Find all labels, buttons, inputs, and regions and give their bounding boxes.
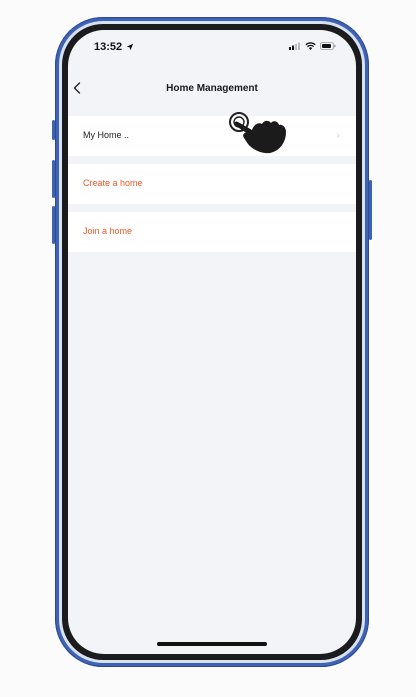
cellular-signal-icon bbox=[289, 42, 300, 50]
create-home-button[interactable]: Create a home bbox=[68, 164, 356, 204]
power-button bbox=[369, 180, 372, 240]
join-home-label: Join a home bbox=[83, 226, 133, 236]
list-item-my-home[interactable]: My Home .. › bbox=[68, 116, 356, 156]
navigation-bar: Home Management bbox=[68, 74, 356, 104]
phone-screen: 13:52 Home Management My Home .. › Creat… bbox=[68, 30, 356, 654]
home-indicator bbox=[157, 642, 267, 646]
wifi-icon bbox=[305, 42, 316, 50]
status-icons bbox=[289, 42, 336, 50]
my-home-label: My Home .. bbox=[83, 130, 130, 140]
join-home-button[interactable]: Join a home bbox=[68, 212, 356, 252]
status-bar: 13:52 bbox=[68, 30, 356, 70]
mute-switch bbox=[52, 120, 55, 140]
page-title: Home Management bbox=[166, 83, 258, 94]
phone-frame: 13:52 Home Management My Home .. › Creat… bbox=[55, 17, 369, 667]
volume-up-button bbox=[52, 160, 55, 198]
volume-down-button bbox=[52, 206, 55, 244]
phone-frame-rim: 13:52 Home Management My Home .. › Creat… bbox=[59, 21, 365, 663]
status-time: 13:52 bbox=[94, 41, 134, 53]
phone-bezel: 13:52 Home Management My Home .. › Creat… bbox=[62, 24, 362, 660]
create-home-label: Create a home bbox=[83, 178, 143, 188]
page: 13:52 Home Management My Home .. › Creat… bbox=[0, 0, 416, 697]
status-time-text: 13:52 bbox=[94, 41, 123, 53]
hand-pointer-icon bbox=[229, 112, 286, 154]
battery-icon bbox=[320, 42, 336, 50]
chevron-right-icon: › bbox=[336, 130, 340, 141]
location-arrow-icon bbox=[127, 43, 134, 51]
